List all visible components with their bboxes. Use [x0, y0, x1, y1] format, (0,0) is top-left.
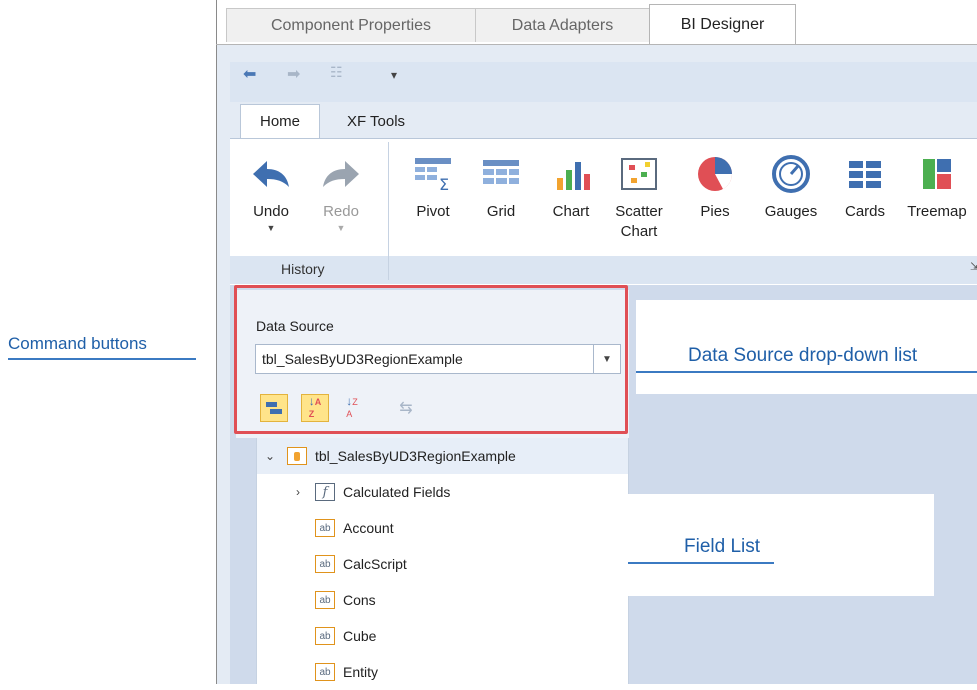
treemap-icon — [902, 146, 972, 202]
pivot-button[interactable]: Σ Pivot — [398, 146, 468, 222]
qat-redo-icon[interactable]: ➡ — [287, 64, 300, 84]
expand-icon[interactable]: ⌄ — [261, 449, 279, 463]
pivot-label: Pivot — [416, 203, 450, 220]
treemap-label: Treemap — [907, 203, 967, 220]
pies-button[interactable]: Pies — [680, 146, 750, 222]
tree-root-row[interactable]: ⌄ tbl_SalesByUD3RegionExample — [257, 438, 628, 474]
undo-icon — [236, 146, 306, 202]
text-field-icon: ab — [315, 663, 335, 681]
ribbon-tab-home[interactable]: Home — [240, 104, 320, 138]
gauges-icon — [756, 146, 826, 202]
data-source-annotation-underline — [636, 371, 977, 373]
qat-refresh-grid-icon[interactable]: ☷ — [330, 64, 343, 81]
tree-item-calculated-fields[interactable]: › f Calculated Fields — [257, 474, 628, 510]
undo-dropdown-icon[interactable]: ▼ — [236, 222, 306, 234]
text-field-icon: ab — [315, 519, 335, 537]
svg-text:Σ: Σ — [439, 175, 449, 192]
ribbon-group-separator — [388, 142, 389, 280]
tree-item-label: Cons — [343, 592, 376, 608]
qat-undo-icon[interactable]: ⬅ — [243, 64, 256, 84]
field-list-annotation: Field List — [684, 536, 761, 557]
ribbon-tab-xf-tools[interactable]: XF Tools — [330, 104, 422, 138]
grid-button[interactable]: Grid — [466, 146, 536, 222]
text-field-icon: ab — [315, 555, 335, 573]
chart-label: Chart — [552, 203, 590, 220]
tree-item-label: Account — [343, 520, 394, 536]
redo-button[interactable]: Redo ▼ — [306, 146, 376, 234]
chart-button[interactable]: Chart — [536, 146, 606, 222]
tree-item-label: Calculated Fields — [343, 484, 451, 500]
tree-item-label: Entity — [343, 664, 379, 680]
data-table-icon — [287, 447, 307, 465]
text-field-icon: ab — [315, 591, 335, 609]
tree-item-label: CalcScript — [343, 556, 407, 572]
ribbon-group-label-bar — [230, 256, 977, 284]
cards-button[interactable]: Cards — [830, 146, 900, 222]
tree-item-label: Cube — [343, 628, 377, 644]
pivot-icon: Σ — [398, 146, 468, 202]
undo-label: Undo — [253, 203, 289, 220]
tree-item-cube[interactable]: ab Cube — [257, 618, 628, 654]
pies-icon — [680, 146, 750, 202]
redo-label: Redo — [323, 203, 359, 220]
tree-root-label: tbl_SalesByUD3RegionExample — [315, 448, 516, 464]
undo-button[interactable]: Undo ▼ — [236, 146, 306, 234]
tab-bi-designer[interactable]: BI Designer — [649, 4, 796, 44]
field-list-callout-box — [628, 494, 934, 596]
field-list: ⌄ tbl_SalesByUD3RegionExample › f Calcul… — [256, 438, 629, 684]
redo-dropdown-icon[interactable]: ▼ — [306, 222, 376, 234]
chevron-right-icon[interactable]: › — [289, 485, 307, 499]
tree-item-cons[interactable]: ab Cons — [257, 582, 628, 618]
redo-icon — [306, 146, 376, 202]
tab-component-properties[interactable]: Component Properties — [226, 8, 476, 42]
qat-customize-icon[interactable]: ▾ — [391, 68, 397, 82]
ribbon-group-expand-icon[interactable]: ⇲ — [970, 260, 977, 273]
grid-label: Grid — [486, 203, 516, 220]
gauges-button[interactable]: Gauges — [756, 146, 826, 222]
cards-icon — [830, 146, 900, 202]
gauges-label: Gauges — [764, 203, 818, 220]
text-field-icon: ab — [315, 627, 335, 645]
history-group-label: History — [281, 261, 325, 277]
tree-item-account[interactable]: ab Account — [257, 510, 628, 546]
function-icon: f — [315, 483, 335, 501]
tab-data-adapters[interactable]: Data Adapters — [475, 8, 650, 42]
tree-item-entity[interactable]: ab Entity — [257, 654, 628, 690]
grid-icon — [466, 146, 536, 202]
scatter-chart-label: Scatter Chart — [615, 203, 663, 240]
cards-label: Cards — [844, 203, 885, 220]
scatter-chart-icon — [604, 146, 674, 202]
command-buttons-annotation: Command buttons — [8, 334, 147, 353]
pies-label: Pies — [700, 203, 730, 220]
command-buttons-underline — [8, 358, 196, 360]
data-source-highlight-box — [234, 285, 628, 434]
tree-item-calcscript[interactable]: ab CalcScript — [257, 546, 628, 582]
treemap-button[interactable]: Treemap — [902, 146, 972, 222]
field-list-annotation-underline — [628, 562, 774, 564]
data-source-dropdown-annotation: Data Source drop-down list — [688, 345, 918, 366]
chart-icon — [536, 146, 606, 202]
scatter-chart-button[interactable]: Scatter Chart — [604, 146, 674, 242]
